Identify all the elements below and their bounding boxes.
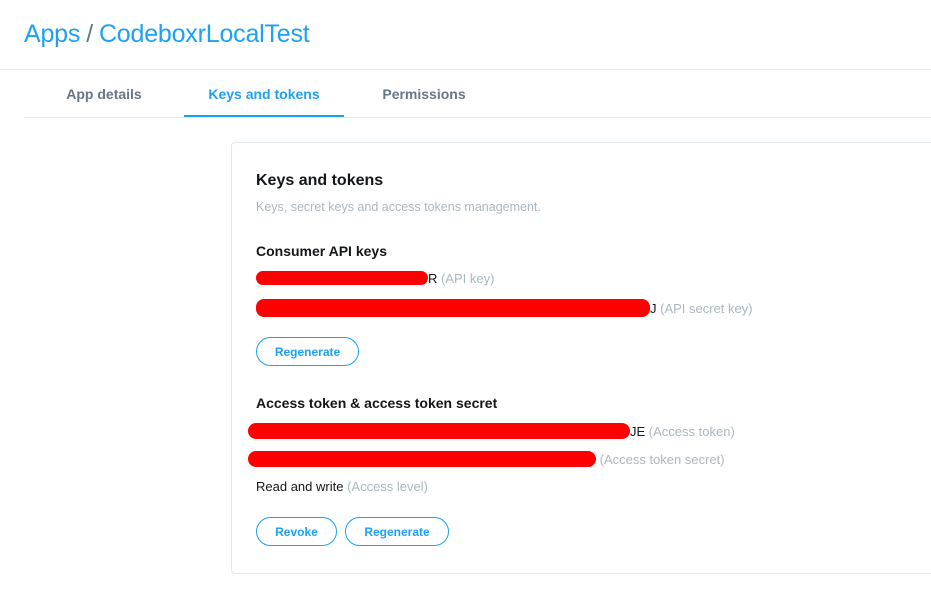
api-secret-key-row: J (API secret key) bbox=[256, 299, 753, 317]
access-token-redaction bbox=[248, 423, 630, 439]
breadcrumb-separator: / bbox=[86, 20, 93, 48]
revoke-button[interactable]: Revoke bbox=[256, 517, 337, 546]
access-level-value: Read and write bbox=[256, 479, 344, 494]
access-token-heading: Access token & access token secret bbox=[256, 395, 498, 411]
access-token-label: (Access token) bbox=[648, 424, 735, 439]
breadcrumb: Apps / CodeboxrLocalTest bbox=[24, 20, 310, 49]
api-key-redaction bbox=[256, 271, 428, 285]
breadcrumb-apps-link[interactable]: Apps bbox=[24, 20, 80, 48]
access-token-row: JE (Access token) bbox=[248, 423, 735, 439]
consumer-regenerate-button[interactable]: Regenerate bbox=[256, 337, 359, 366]
api-secret-key-label: (API secret key) bbox=[660, 301, 753, 316]
api-key-label: (API key) bbox=[441, 271, 495, 286]
api-secret-key-value-tail: J bbox=[650, 301, 657, 316]
access-regenerate-button[interactable]: Regenerate bbox=[345, 517, 449, 546]
keys-and-tokens-card: Keys and tokens Keys, secret keys and ac… bbox=[231, 142, 931, 574]
access-token-secret-label: (Access token secret) bbox=[599, 452, 725, 467]
api-key-value-tail: R bbox=[428, 271, 438, 286]
consumer-api-keys-heading: Consumer API keys bbox=[256, 243, 387, 259]
access-level-row: Read and write (Access level) bbox=[256, 479, 428, 494]
tab-bar: App details Keys and tokens Permissions bbox=[24, 70, 931, 118]
breadcrumb-app-name[interactable]: CodeboxrLocalTest bbox=[99, 20, 310, 48]
card-subtitle: Keys, secret keys and access tokens mana… bbox=[256, 200, 541, 214]
api-secret-key-redaction bbox=[256, 299, 650, 317]
card-title: Keys and tokens bbox=[256, 172, 384, 189]
access-token-secret-redaction bbox=[248, 451, 596, 467]
tab-permissions[interactable]: Permissions bbox=[344, 70, 504, 116]
tab-app-details[interactable]: App details bbox=[24, 70, 184, 116]
access-token-secret-row: (Access token secret) bbox=[248, 451, 725, 467]
api-key-row: R (API key) bbox=[256, 271, 494, 286]
tab-keys-and-tokens[interactable]: Keys and tokens bbox=[184, 70, 344, 117]
access-level-label: (Access level) bbox=[347, 479, 428, 494]
access-token-value-tail: JE bbox=[630, 424, 646, 439]
